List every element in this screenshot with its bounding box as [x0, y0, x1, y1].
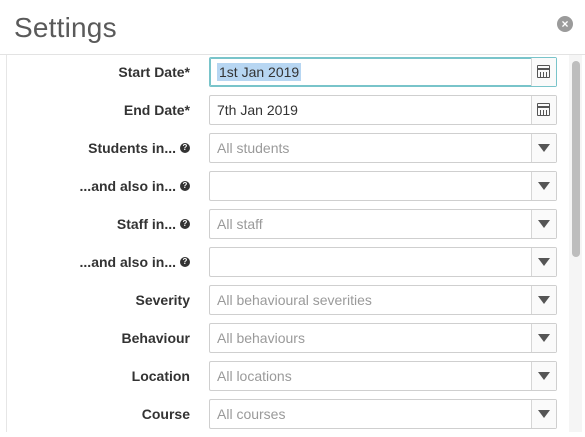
- help-icon[interactable]: ?: [180, 143, 190, 153]
- behaviour-select[interactable]: All behaviours: [209, 323, 557, 353]
- chevron-down-icon: [538, 182, 550, 190]
- field-label-text: Behaviour: [121, 330, 190, 346]
- course-select[interactable]: All courses: [209, 399, 557, 429]
- dropdown-button[interactable]: [531, 248, 556, 276]
- field-label: End Date*: [124, 95, 190, 125]
- dropdown-button[interactable]: [531, 286, 556, 314]
- field-label: Students in... ?: [88, 133, 190, 163]
- chevron-down-icon: [538, 220, 550, 228]
- form-row-start-date: Start Date* 1st Jan 2019: [0, 57, 560, 95]
- field-label: Behaviour: [122, 323, 190, 353]
- staff-also-in-select[interactable]: [209, 247, 557, 277]
- location-select[interactable]: All locations: [209, 361, 557, 391]
- calendar-icon: [537, 65, 550, 78]
- dialog-title: Settings: [14, 12, 117, 43]
- field-label: Staff in... ?: [117, 209, 190, 239]
- form-row-behaviour: Behaviour All behaviours: [0, 323, 560, 361]
- field-label: Severity: [136, 285, 190, 315]
- form-row-staff-also-in: ...and also in... ?: [0, 247, 560, 285]
- field-label: Course: [142, 399, 190, 429]
- staff-in-placeholder: All staff: [217, 216, 263, 232]
- dropdown-button[interactable]: [531, 172, 556, 200]
- end-date-value: 7th Jan 2019: [217, 102, 298, 118]
- severity-placeholder: All behavioural severities: [217, 292, 372, 308]
- students-in-select[interactable]: All students: [209, 133, 557, 163]
- form-row-end-date: End Date* 7th Jan 2019: [0, 95, 560, 133]
- start-date-value-wrap: 1st Jan 2019: [217, 58, 302, 86]
- field-label: Location: [132, 361, 190, 391]
- chevron-down-icon: [538, 410, 550, 418]
- severity-select[interactable]: All behavioural severities: [209, 285, 557, 315]
- staff-in-select[interactable]: All staff: [209, 209, 557, 239]
- close-icon[interactable]: ×: [557, 16, 573, 32]
- field-label-text: Start Date*: [118, 64, 190, 80]
- start-date-value: 1st Jan 2019: [217, 63, 302, 81]
- chevron-down-icon: [538, 258, 550, 266]
- field-label-text: End Date*: [123, 102, 190, 118]
- form-row-location: Location All locations: [0, 361, 560, 399]
- dialog-header: Settings ×: [0, 0, 585, 55]
- chevron-down-icon: [538, 372, 550, 380]
- form-row-severity: Severity All behavioural severities: [0, 285, 560, 323]
- course-placeholder: All courses: [217, 406, 286, 422]
- start-date-field[interactable]: 1st Jan 2019: [209, 57, 557, 87]
- behaviour-placeholder: All behaviours: [217, 330, 305, 346]
- chevron-down-icon: [538, 334, 550, 342]
- help-icon[interactable]: ?: [180, 219, 190, 229]
- field-label-text: Course: [141, 406, 190, 422]
- field-label-text: Students in...: [88, 140, 176, 156]
- field-label-text: Severity: [135, 292, 190, 308]
- students-in-placeholder: All students: [217, 140, 290, 156]
- dropdown-button[interactable]: [531, 362, 556, 390]
- settings-dialog: Settings × Start Date* 1st Jan 2019 End …: [0, 0, 585, 432]
- field-label-text: ...and also in...: [79, 178, 176, 194]
- field-label: Start Date*: [118, 57, 190, 87]
- field-label-text: Location: [131, 368, 190, 384]
- field-label: ...and also in... ?: [80, 247, 190, 277]
- dropdown-button[interactable]: [531, 210, 556, 238]
- chevron-down-icon: [538, 144, 550, 152]
- settings-form: Start Date* 1st Jan 2019 End Date* 7th J…: [0, 55, 585, 432]
- location-placeholder: All locations: [217, 368, 292, 384]
- form-row-students-in: Students in... ? All students: [0, 133, 560, 171]
- chevron-down-icon: [538, 296, 550, 304]
- form-row-course: Course All courses: [0, 399, 560, 437]
- dropdown-button[interactable]: [531, 400, 556, 428]
- calendar-icon: [537, 103, 550, 116]
- scrollbar-thumb[interactable]: [572, 61, 580, 257]
- calendar-button[interactable]: [531, 58, 556, 86]
- field-label: ...and also in... ?: [80, 171, 190, 201]
- help-icon[interactable]: ?: [180, 181, 190, 191]
- end-date-field[interactable]: 7th Jan 2019: [209, 95, 557, 125]
- dropdown-button[interactable]: [531, 324, 556, 352]
- field-label-text: Staff in...: [116, 216, 176, 232]
- form-row-staff-in: Staff in... ? All staff: [0, 209, 560, 247]
- calendar-button[interactable]: [531, 96, 556, 124]
- field-label-text: ...and also in...: [79, 254, 176, 270]
- dropdown-button[interactable]: [531, 134, 556, 162]
- form-row-students-also-in: ...and also in... ?: [0, 171, 560, 209]
- students-also-in-select[interactable]: [209, 171, 557, 201]
- help-icon[interactable]: ?: [180, 257, 190, 267]
